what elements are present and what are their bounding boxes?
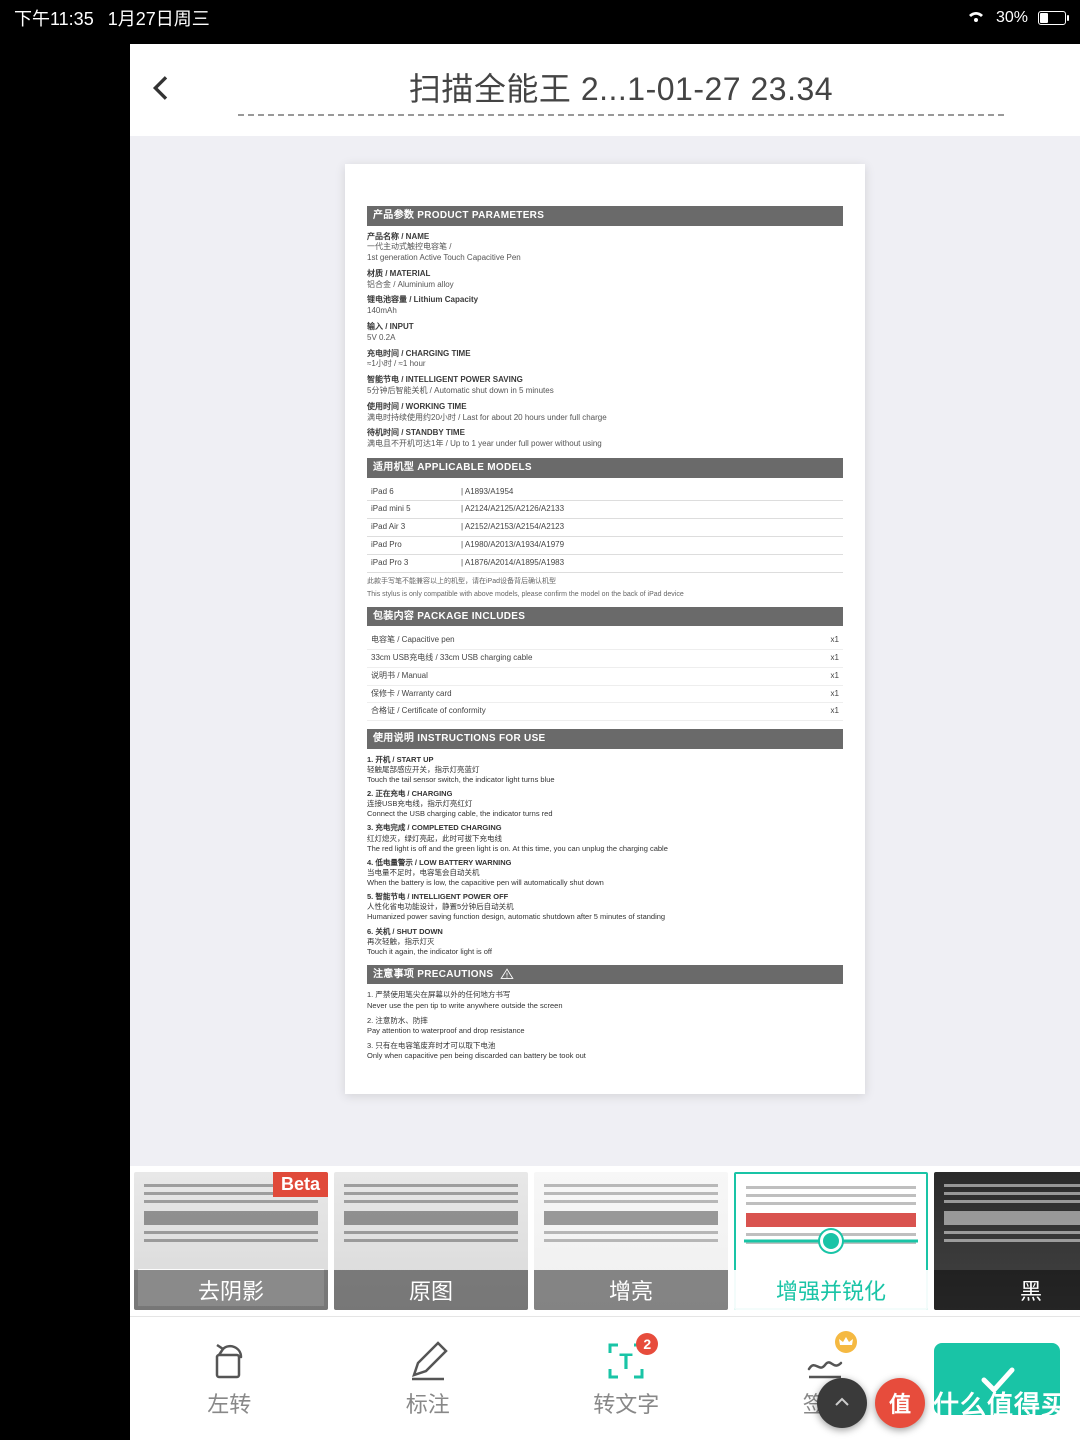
table-row: iPad Pro 3| A1876/A2014/A1895/A1983 (367, 554, 843, 572)
spec-item: 材质 / MATERIAL铝合金 / Aluminium alloy (367, 269, 843, 291)
filter-brighten[interactable]: 增亮 (534, 1172, 728, 1310)
models-note-cn: 此款手写笔不能兼容以上的机型，请在iPad设备背后确认机型 (367, 577, 843, 586)
scroll-top-button[interactable] (817, 1378, 867, 1428)
signature-icon (803, 1339, 847, 1383)
package-row: 合格证 / Certificate of conformityx1 (367, 703, 843, 721)
status-time: 下午11:35 (14, 5, 94, 31)
preview-area[interactable]: 产品参数 PRODUCT PARAMETERS 产品名称 / NAME一代主动式… (130, 136, 1080, 1166)
spec-item: 智能节电 / INTELLIGENT POWER SAVING5分钟后智能关机 … (367, 375, 843, 397)
filter-label: 黑 (934, 1270, 1080, 1310)
precaution-item: 2. 注意防水、防摔Pay attention to waterproof an… (367, 1016, 843, 1036)
back-button[interactable] (146, 72, 178, 109)
package-row: 电容笔 / Capacitive penx1 (367, 632, 843, 650)
section-header-parameters: 产品参数 PRODUCT PARAMETERS (367, 206, 843, 226)
document-title-input[interactable]: 扫描全能王 2...1-01-27 23.34 (238, 64, 1004, 116)
rotate-left-button[interactable]: 左转 (130, 1339, 329, 1419)
header: 扫描全能王 2...1-01-27 23.34 (130, 44, 1080, 136)
ocr-badge: 2 (636, 1333, 658, 1355)
section-header-package: 包装内容 PACKAGE INCLUDES (367, 607, 843, 627)
crown-icon (835, 1331, 857, 1353)
section-header-instructions: 使用说明 INSTRUCTIONS FOR USE (367, 729, 843, 749)
spec-item: 锂电池容量 / Lithium Capacity140mAh (367, 295, 843, 317)
instruction-item: 4. 低电量警示 / LOW BATTERY WARNING当电量不足时，电容笔… (367, 858, 843, 888)
slider-handle[interactable] (820, 1230, 842, 1252)
battery-percent: 30% (996, 9, 1028, 27)
warning-icon (500, 968, 514, 980)
models-note-en: This stylus is only compatible with abov… (367, 590, 843, 599)
battery-icon (1038, 11, 1066, 25)
annotate-button[interactable]: 标注 (329, 1339, 528, 1419)
svg-text:T: T (620, 1349, 634, 1374)
spec-item: 使用时间 / WORKING TIME满电时持续使用约20小时 / Last f… (367, 402, 843, 424)
instruction-item: 6. 关机 / SHUT DOWN再次轻触，指示灯灭Touch it again… (367, 927, 843, 957)
tool-label: 转文字 (593, 1387, 659, 1419)
watermark-text: 什么值得买 (933, 1385, 1068, 1422)
watermark: 值 什么值得买 (817, 1378, 1068, 1428)
tool-label: 左转 (207, 1387, 251, 1419)
section-header-precautions: 注意事项 PRECAUTIONS (367, 965, 843, 985)
filter-original[interactable]: 原图 (334, 1172, 528, 1310)
table-row: iPad Air 3| A2152/A2153/A2154/A2123 (367, 519, 843, 537)
text-scan-icon: T 2 (604, 1339, 648, 1383)
filter-label: 去阴影 (134, 1270, 328, 1310)
status-date: 1月27日周三 (108, 5, 210, 31)
ocr-button[interactable]: T 2 转文字 (527, 1339, 726, 1419)
spec-item: 输入 / INPUT5V 0.2A (367, 322, 843, 344)
filter-deshadow[interactable]: Beta 去阴影 (134, 1172, 328, 1310)
table-row: iPad mini 5| A2124/A2125/A2126/A2133 (367, 501, 843, 519)
filter-label: 增亮 (534, 1270, 728, 1310)
instruction-item: 1. 开机 / START UP轻触尾部感应开关，指示灯亮蓝灯Touch the… (367, 755, 843, 785)
filter-strip[interactable]: Beta 去阴影 原图 增亮 增强并锐化 黑 (130, 1166, 1080, 1316)
instruction-item: 3. 充电完成 / COMPLETED CHARGING红灯熄灭，绿灯亮起，此时… (367, 823, 843, 853)
package-row: 说明书 / Manualx1 (367, 668, 843, 686)
spec-item: 待机时间 / STANDBY TIME满电且不开机可达1年 / Up to 1 … (367, 428, 843, 450)
filter-label: 增强并锐化 (734, 1270, 928, 1310)
status-bar: 下午11:35 1月27日周三 30% (0, 0, 1080, 36)
app-window: 扫描全能王 2...1-01-27 23.34 产品参数 PRODUCT PAR… (130, 44, 1080, 1440)
rotate-icon (207, 1339, 251, 1383)
scanned-page: 产品参数 PRODUCT PARAMETERS 产品名称 / NAME一代主动式… (345, 164, 865, 1094)
instruction-item: 5. 智能节电 / INTELLIGENT POWER OFF人性化省电功能设计… (367, 892, 843, 922)
wifi-icon (966, 8, 986, 29)
spec-item: 充电时间 / CHARGING TIME≈1小时 / ≈1 hour (367, 349, 843, 371)
package-row: 33cm USB充电线 / 33cm USB charging cablex1 (367, 650, 843, 668)
filter-sharpen[interactable]: 增强并锐化 (734, 1172, 928, 1310)
package-row: 保修卡 / Warranty cardx1 (367, 686, 843, 704)
filter-bw[interactable]: 黑 (934, 1172, 1080, 1310)
table-row: iPad 6| A1893/A1954 (367, 484, 843, 501)
beta-badge: Beta (273, 1172, 328, 1197)
section-header-models: 适用机型 APPLICABLE MODELS (367, 458, 843, 478)
instruction-item: 2. 正在充电 / CHARGING连接USB充电线，指示灯亮红灯Connect… (367, 789, 843, 819)
spec-item: 产品名称 / NAME一代主动式触控电容笔 /1st generation Ac… (367, 232, 843, 264)
precaution-item: 3. 只有在电容笔废弃时才可以取下电池Only when capacitive … (367, 1041, 843, 1061)
table-row: iPad Pro| A1980/A2013/A1934/A1979 (367, 536, 843, 554)
smzdm-logo: 值 (875, 1378, 925, 1428)
pencil-icon (406, 1339, 450, 1383)
tool-label: 标注 (406, 1387, 450, 1419)
precaution-item: 1. 严禁使用笔尖在屏幕以外的任何地方书写Never use the pen t… (367, 990, 843, 1010)
filter-label: 原图 (334, 1270, 528, 1310)
